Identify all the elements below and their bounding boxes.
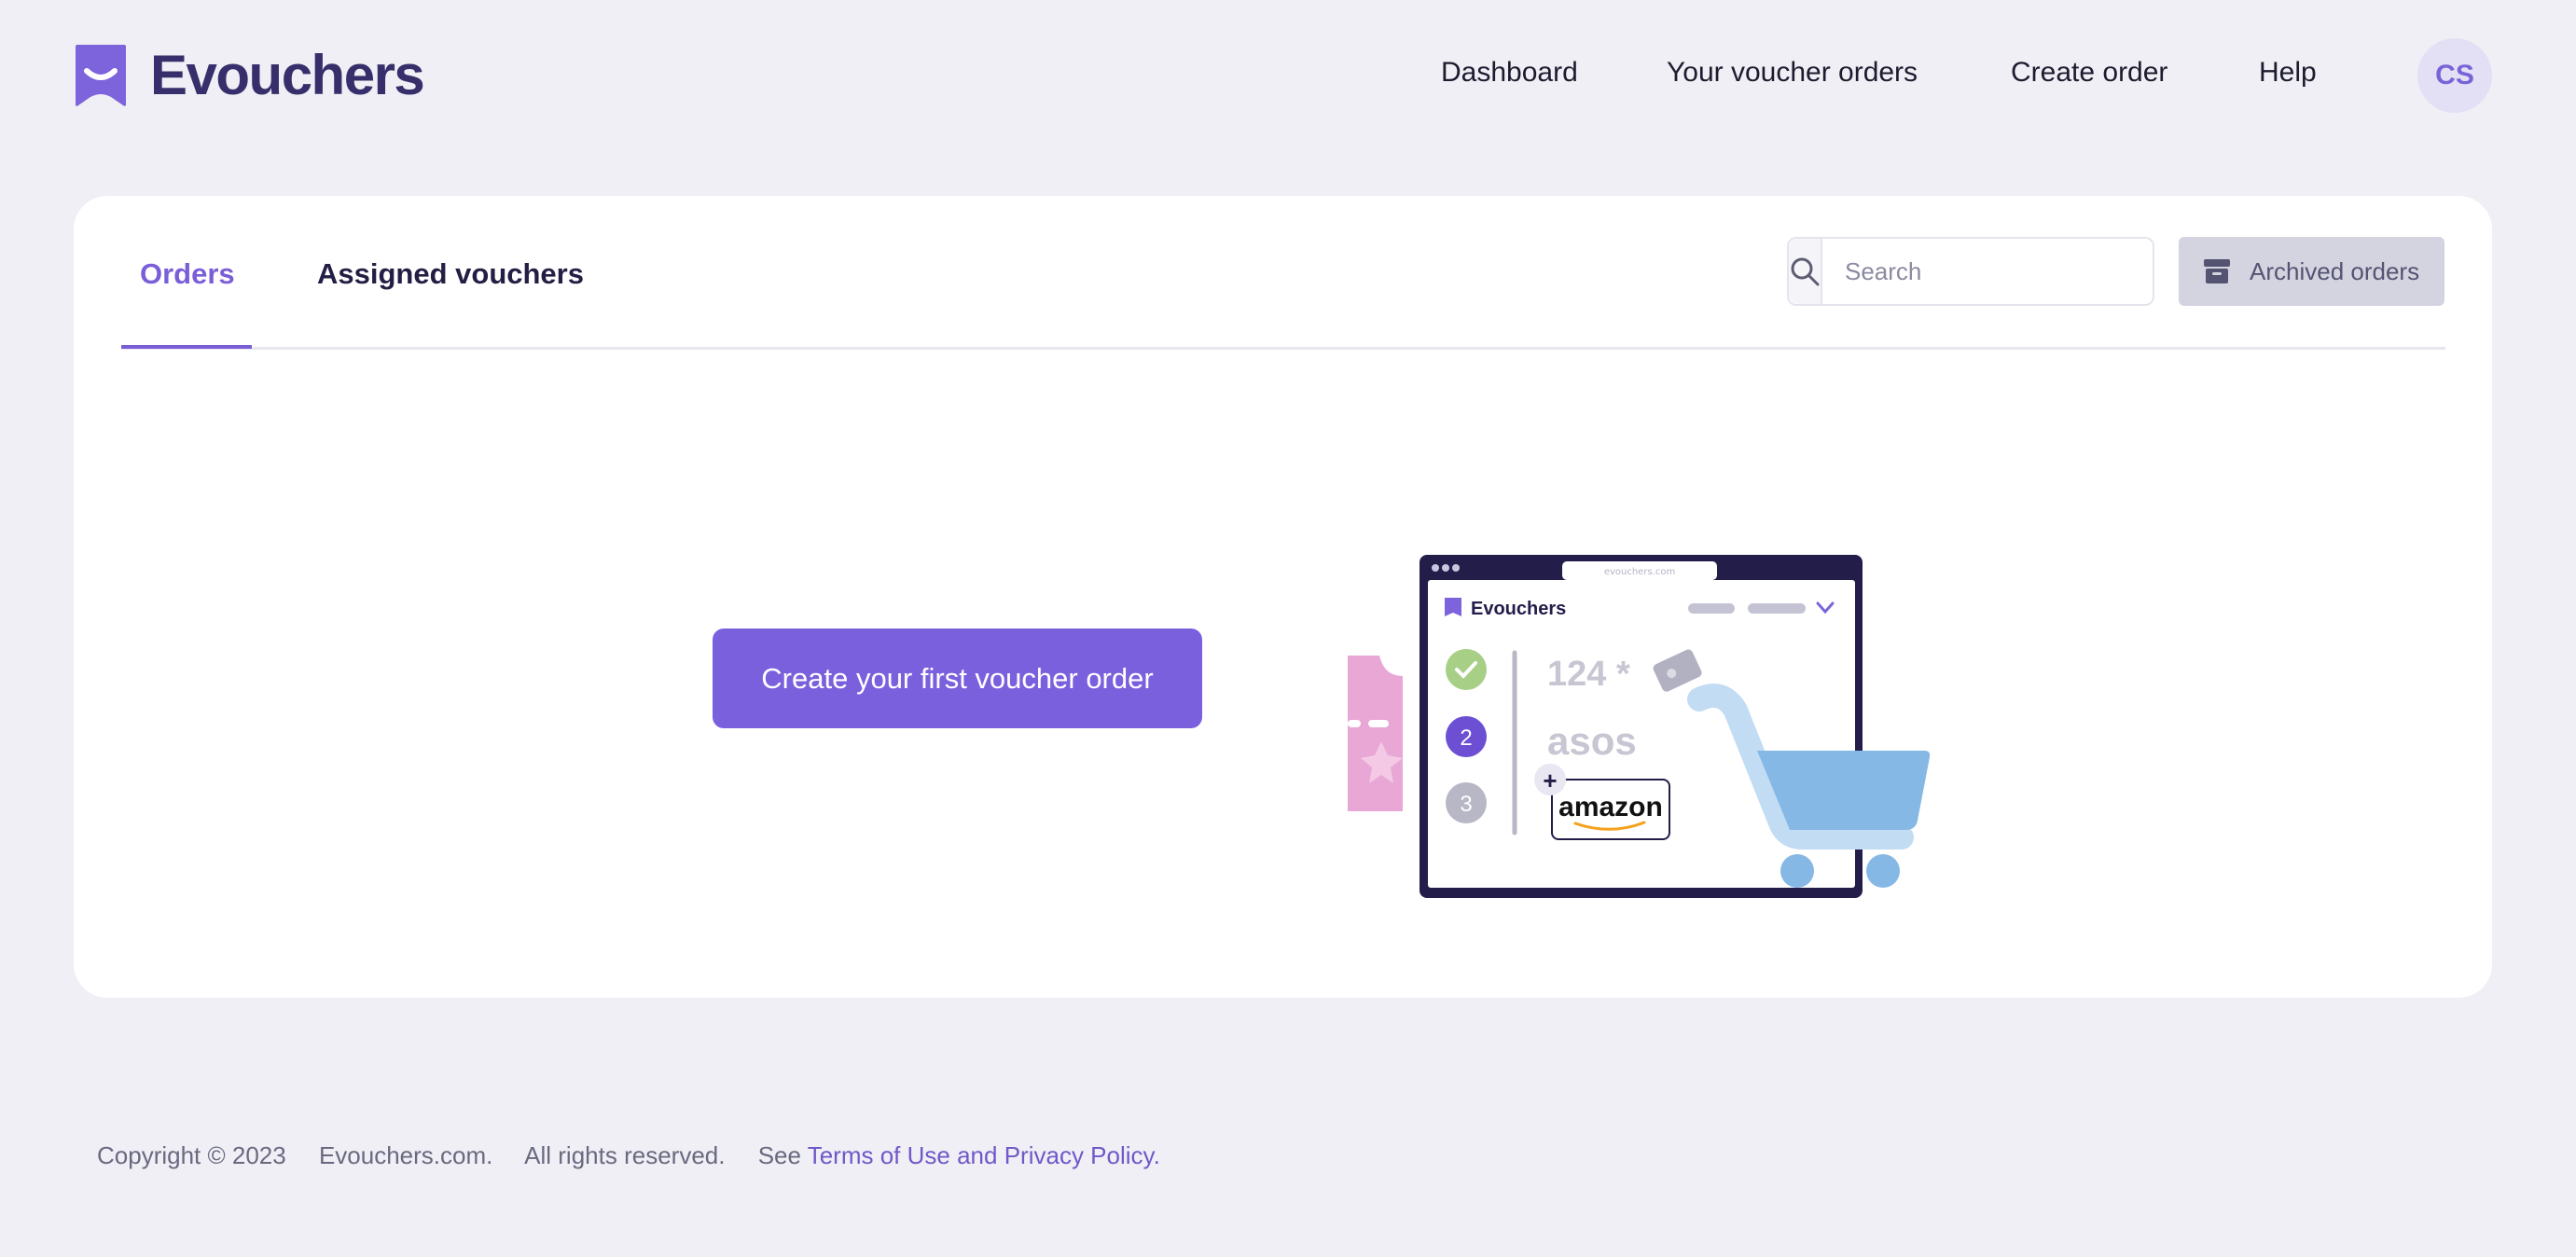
- search-input[interactable]: [1822, 239, 2157, 304]
- top-header: Evouchers Dashboard Your voucher orders …: [0, 0, 2576, 149]
- archived-orders-button[interactable]: Archived orders: [2179, 237, 2444, 306]
- create-first-voucher-order-button[interactable]: Create your first voucher order: [713, 628, 1202, 728]
- step-check-icon: [1446, 649, 1487, 690]
- footer-rights: All rights reserved.: [524, 1141, 726, 1169]
- privacy-policy-link[interactable]: Privacy Policy.: [1004, 1141, 1160, 1169]
- app-name: Evouchers: [150, 44, 425, 106]
- plus-icon: +: [1543, 767, 1557, 794]
- app-logo[interactable]: Evouchers: [74, 43, 425, 108]
- nav-create-order[interactable]: Create order: [2011, 52, 2167, 93]
- footer-and: and: [957, 1141, 1004, 1169]
- nav-your-voucher-orders[interactable]: Your voucher orders: [1667, 52, 1918, 93]
- page-footer: Copyright © 2023 Evouchers.com. All righ…: [97, 1139, 1160, 1172]
- user-avatar[interactable]: CS: [2417, 38, 2492, 113]
- orders-card: Orders Assigned vouchers Archived orders…: [74, 196, 2492, 998]
- footer-site: Evouchers.com.: [318, 1141, 493, 1169]
- browser-brand: Evouchers: [1471, 599, 1566, 619]
- archive-box-icon: [2204, 259, 2230, 283]
- asos-logo-text: asos: [1547, 719, 1637, 763]
- nav-dashboard[interactable]: Dashboard: [1441, 52, 1578, 93]
- step-2-label: 2: [1460, 725, 1472, 751]
- evouchers-logo-icon: [76, 45, 126, 106]
- tab-assigned-vouchers[interactable]: Assigned vouchers: [317, 254, 584, 295]
- active-tab-indicator: [121, 345, 252, 349]
- voucher-ticket-icon: [1348, 656, 1403, 811]
- archived-orders-label: Archived orders: [2250, 256, 2420, 285]
- empty-state-illustration: evouchers.com Evouchers 2 3 124 * asos a…: [1348, 555, 1931, 898]
- search-icon: [1789, 239, 1822, 304]
- search-box: [1787, 237, 2157, 306]
- tab-orders[interactable]: Orders: [140, 254, 235, 295]
- footer-see: See: [757, 1141, 808, 1169]
- terms-of-use-link[interactable]: Terms of Use: [808, 1141, 957, 1169]
- footer-copyright: Copyright © 2023: [97, 1141, 286, 1169]
- step-3-label: 3: [1460, 792, 1472, 817]
- browser-url: evouchers.com: [1604, 567, 1675, 577]
- nav-help[interactable]: Help: [2259, 52, 2317, 93]
- amazon-logo-text: amazon: [1558, 792, 1663, 822]
- item-124-label: 124 *: [1547, 655, 1630, 694]
